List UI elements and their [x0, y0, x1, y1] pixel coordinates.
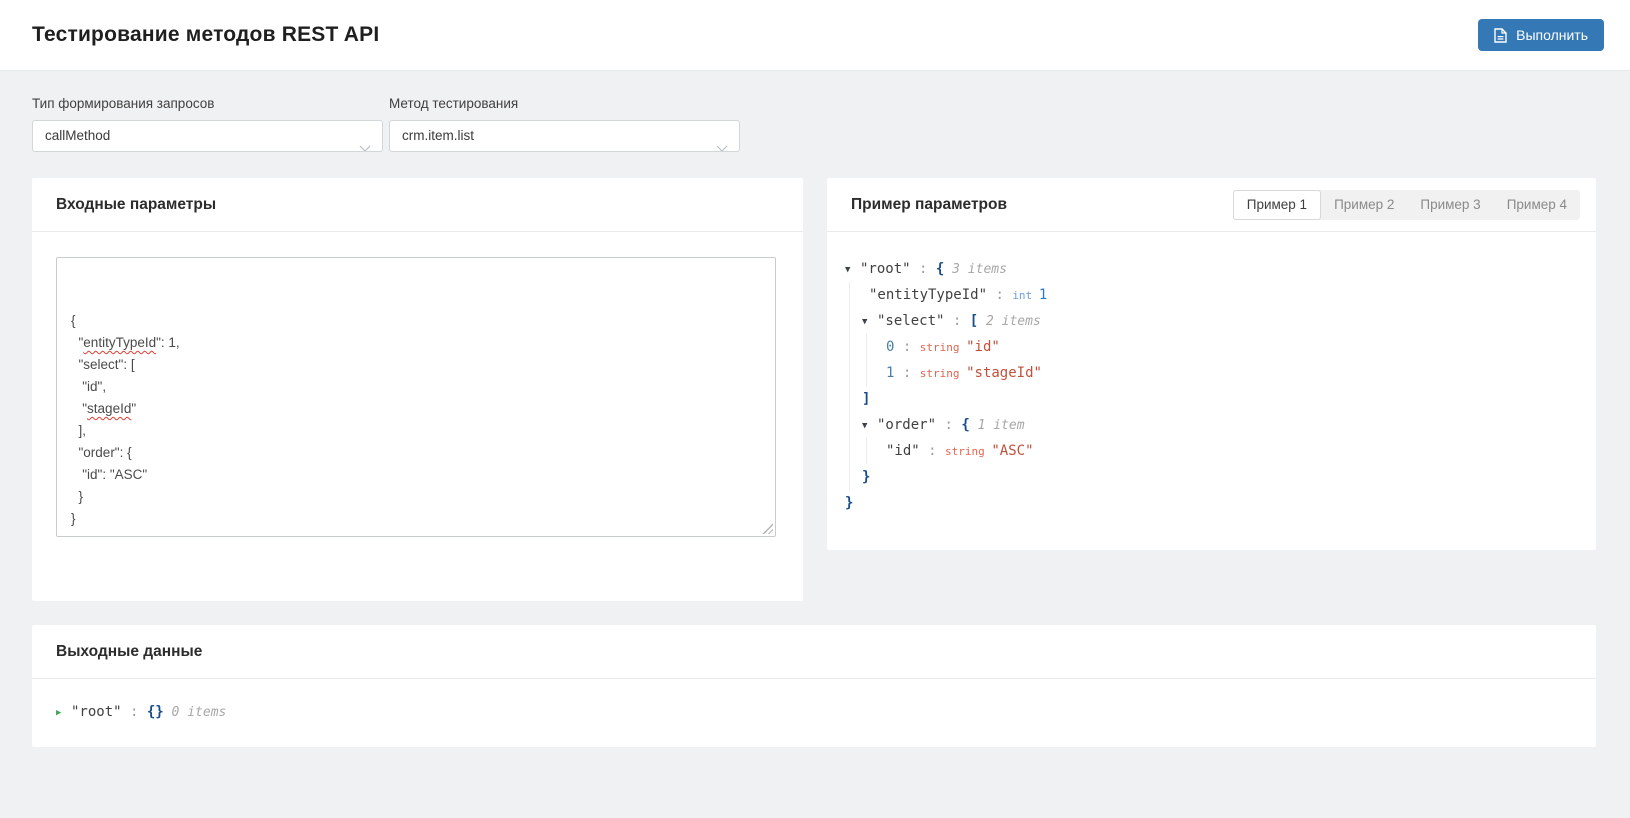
- json-tree-row: ▼ "root" : { 3 items: [845, 256, 1572, 282]
- chevron-down-icon: [716, 133, 728, 151]
- editor-line: "order": {: [71, 445, 132, 460]
- input-json-editor-lines: { "entityTypeId": 1, "select": [ "id", "…: [71, 310, 761, 530]
- output-data-title: Выходные данные: [56, 642, 203, 660]
- collapse-arrow-icon[interactable]: ▼: [862, 309, 877, 335]
- json-tree-row: ▶ "root" : {} 0 items: [56, 699, 1572, 725]
- page-content: Тип формирования запросов callMethod Мет…: [0, 71, 1630, 747]
- resize-grip-icon[interactable]: [762, 523, 773, 534]
- tab-example-1[interactable]: Пример 1: [1232, 189, 1322, 220]
- json-tree-row: }: [862, 469, 871, 485]
- document-icon: [1494, 27, 1507, 43]
- example-json-tree: ▼ "root" : { 3 items "entityTypeId" : int …: [827, 232, 1596, 550]
- execute-button[interactable]: Выполнить: [1478, 19, 1604, 51]
- editor-line: {: [71, 313, 76, 328]
- json-tree-row: ▼ "order" : { 1 item: [862, 412, 1572, 438]
- editor-line: }: [71, 489, 84, 504]
- top-bar: Тестирование методов REST API Выполнить: [0, 0, 1630, 71]
- input-parameters-title: Входные параметры: [56, 195, 217, 213]
- json-tree-children: "entityTypeId" : int 1 ▼ "select" : [ 2 it…: [849, 282, 1572, 490]
- expand-arrow-icon[interactable]: ▶: [56, 700, 71, 726]
- request-type-select-value: callMethod: [45, 128, 111, 143]
- test-method-select-value: crm.item.list: [402, 128, 474, 143]
- parameters-row: Входные параметры { "entityTypeId": 1, "…: [32, 178, 1596, 601]
- json-tree-row: "id" : string "ASC": [886, 443, 1034, 459]
- request-settings-row: Тип формирования запросов callMethod Мет…: [32, 96, 1596, 152]
- request-type-label: Тип формирования запросов: [32, 96, 215, 111]
- input-parameters-header: Входные параметры: [32, 178, 803, 232]
- editor-line: "select": [: [71, 357, 135, 372]
- editor-line: "stageId": [71, 401, 137, 416]
- tab-example-3[interactable]: Пример 3: [1407, 190, 1493, 220]
- output-data-header: Выходные данные: [32, 625, 1596, 679]
- json-tree-row: ▼ "select" : [ 2 items: [862, 308, 1572, 334]
- json-tree-row: 0 : string "id": [886, 339, 1000, 355]
- json-tree-children: 0 : string "id" 1 : string "stageId": [866, 334, 1572, 386]
- editor-line: "entityTypeId": 1,: [71, 335, 180, 350]
- editor-line: }: [71, 511, 76, 526]
- output-json-tree: ▶ "root" : {} 0 items: [32, 679, 1596, 747]
- json-tree-row: "entityTypeId" : int 1: [869, 287, 1048, 303]
- json-tree-row: }: [845, 495, 854, 511]
- output-data-panel: Выходные данные ▶ "root" : {} 0 items: [32, 625, 1596, 747]
- request-type-field: Тип формирования запросов callMethod: [32, 96, 383, 152]
- test-method-select[interactable]: crm.item.list: [389, 120, 740, 152]
- page-title: Тестирование методов REST API: [32, 23, 380, 46]
- input-parameters-panel: Входные параметры { "entityTypeId": 1, "…: [32, 178, 803, 601]
- json-tree-children: "id" : string "ASC": [866, 438, 1572, 464]
- editor-line: ],: [71, 423, 87, 438]
- test-method-label: Метод тестирования: [389, 96, 519, 111]
- json-tree-row: 1 : string "stageId": [886, 365, 1042, 381]
- input-json-editor[interactable]: { "entityTypeId": 1, "select": [ "id", "…: [56, 257, 776, 537]
- json-tree-row: ]: [862, 391, 871, 407]
- example-tabs: Пример 1 Пример 2 Пример 3 Пример 4: [1232, 189, 1580, 220]
- chevron-down-icon: [359, 133, 371, 151]
- collapse-arrow-icon[interactable]: ▼: [862, 413, 877, 439]
- test-method-field: Метод тестирования crm.item.list: [389, 96, 740, 152]
- tab-example-2[interactable]: Пример 2: [1321, 190, 1407, 220]
- request-type-select[interactable]: callMethod: [32, 120, 383, 152]
- tab-example-4[interactable]: Пример 4: [1494, 190, 1580, 220]
- editor-line: "id": "ASC": [71, 467, 148, 482]
- collapse-arrow-icon[interactable]: ▼: [845, 257, 860, 283]
- editor-line: "id",: [71, 379, 107, 394]
- example-parameters-panel: Пример параметров Пример 1 Пример 2 Пример…: [827, 178, 1596, 550]
- execute-button-label: Выполнить: [1516, 27, 1588, 43]
- example-parameters-title: Пример параметров: [851, 195, 1008, 213]
- input-parameters-body: { "entityTypeId": 1, "select": [ "id", "…: [32, 232, 803, 601]
- example-parameters-header: Пример параметров Пример 1 Пример 2 Пример…: [827, 178, 1596, 232]
